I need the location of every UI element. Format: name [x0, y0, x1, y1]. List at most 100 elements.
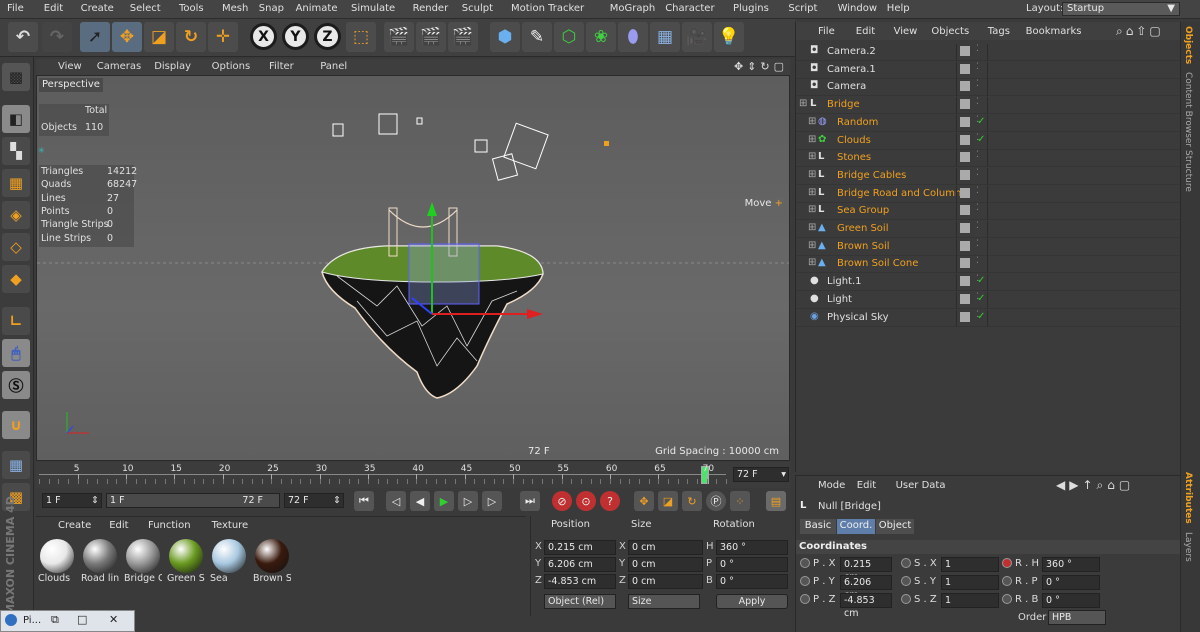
enabled-check-icon[interactable]: ✓: [977, 275, 985, 286]
animate-key-icon[interactable]: [1002, 576, 1012, 586]
menu-tools[interactable]: Tools: [179, 3, 204, 14]
attr-tab-object[interactable]: Object: [876, 519, 914, 534]
add-light-button[interactable]: 💡: [714, 22, 744, 52]
add-subdivision-button[interactable]: ⬡: [554, 22, 584, 52]
scale-key-toggle[interactable]: ◪: [658, 491, 678, 511]
add-array-button[interactable]: ❀: [586, 22, 616, 52]
expand-toggle-icon[interactable]: ⊞: [808, 222, 816, 233]
viewport-nav-icons[interactable]: ✥⇕↻▢: [734, 60, 788, 73]
visibility-dots-icon[interactable]: ⁚: [976, 62, 979, 72]
rotation-key-toggle[interactable]: ↻: [682, 491, 702, 511]
animate-key-icon[interactable]: [901, 558, 911, 568]
expand-toggle-icon[interactable]: ⊞: [799, 98, 807, 109]
material-swatch[interactable]: Brown S: [253, 539, 291, 589]
enabled-check-icon[interactable]: ✓: [977, 311, 985, 322]
attr-menu-user-data[interactable]: User Data: [896, 480, 946, 491]
menu-character[interactable]: Character: [665, 3, 714, 14]
animate-key-icon[interactable]: [800, 594, 810, 604]
attr-nav-icons[interactable]: ◀▶↑⌕⌂▢: [1056, 478, 1134, 493]
viewport-menu-cameras[interactable]: Cameras: [97, 61, 141, 72]
attr-field[interactable]: -4.853 cm: [840, 593, 892, 619]
enable-axis-button[interactable]: ∟: [2, 307, 30, 335]
coordinate-system-button[interactable]: ⬚: [346, 22, 376, 52]
visibility-dots-icon[interactable]: ⁚: [976, 186, 979, 196]
object-name[interactable]: Light.1: [827, 276, 862, 287]
apply-button[interactable]: Apply: [716, 594, 788, 609]
size-field[interactable]: 0 cm: [628, 540, 703, 555]
object-name[interactable]: Camera: [827, 81, 866, 92]
autokey-button[interactable]: ⊙: [576, 491, 596, 511]
object-name[interactable]: Bridge: [827, 99, 860, 110]
parameter-key-toggle[interactable]: Ⓟ: [706, 491, 726, 511]
object-menu-edit[interactable]: Edit: [856, 26, 875, 37]
timeline-ruler[interactable]: 72 F ▾ 5 10 15 20 25 30 35 40 45 50 55 60 65 70: [36, 462, 790, 488]
attr-field[interactable]: 0 °: [1042, 593, 1100, 608]
keyframe-selection-button[interactable]: ?: [600, 491, 620, 511]
expand-toggle-icon[interactable]: ⊞: [808, 204, 816, 215]
attr-field[interactable]: 1: [941, 575, 999, 590]
object-name[interactable]: Camera.1: [827, 64, 876, 75]
visibility-toggles[interactable]: ⁚: [956, 185, 988, 203]
enabled-check-icon[interactable]: ✓: [977, 293, 985, 304]
object-name[interactable]: Camera.2: [827, 46, 876, 57]
render-picture-viewer-button[interactable]: 🎬: [416, 22, 446, 52]
recent-tool-button[interactable]: ✛: [208, 22, 238, 52]
order-select[interactable]: HPB: [1048, 610, 1106, 625]
redo-button[interactable]: ↷: [42, 22, 72, 52]
menu-file[interactable]: File: [7, 3, 24, 14]
menu-create[interactable]: Create: [81, 3, 114, 14]
render-view-button[interactable]: 🎬: [384, 22, 414, 52]
animate-key-icon[interactable]: [1002, 594, 1012, 604]
layer-swatch-icon[interactable]: [960, 99, 970, 110]
go-to-start-button[interactable]: ⏮: [354, 491, 374, 511]
snap-toggle-button[interactable]: Ⓢ: [2, 371, 30, 399]
material-menu-create[interactable]: Create: [58, 520, 91, 531]
object-name[interactable]: Random: [837, 117, 878, 128]
side-tab-structure[interactable]: Structure: [1183, 150, 1193, 192]
animate-key-icon[interactable]: [1002, 558, 1012, 568]
menu-sculpt[interactable]: Sculpt: [462, 3, 493, 14]
visibility-dots-icon[interactable]: ⁚: [976, 168, 979, 178]
object-row[interactable]: ⊞ ✿ Clouds ⁚ ✓: [796, 132, 1181, 150]
texture-mode-button[interactable]: ▚: [2, 137, 30, 165]
attr-field[interactable]: 1: [941, 593, 999, 608]
layout-select[interactable]: Startup ▼: [1062, 2, 1180, 16]
rotation-field[interactable]: 360 °: [716, 540, 788, 555]
make-editable-button[interactable]: ▩: [2, 63, 30, 91]
maximize-icon[interactable]: □: [77, 613, 87, 626]
object-name[interactable]: Light: [827, 294, 852, 305]
menu-render[interactable]: Render: [413, 3, 449, 14]
menu-edit[interactable]: Edit: [44, 3, 63, 14]
visibility-dots-icon[interactable]: ⁚: [976, 256, 979, 266]
current-frame-field[interactable]: 72 F ▾: [733, 467, 789, 482]
object-row[interactable]: ⊞ ▲ Brown Soil ⁚: [796, 238, 1181, 256]
layer-swatch-icon[interactable]: [960, 169, 970, 180]
material-menu-texture[interactable]: Texture: [212, 520, 249, 531]
enabled-check-icon[interactable]: ✓: [977, 134, 985, 145]
object-row[interactable]: ⊞ ◍ Random ⁚ ✓: [796, 114, 1181, 132]
visibility-toggles[interactable]: ⁚: [956, 167, 988, 185]
z-axis-lock-button[interactable]: Z: [314, 23, 341, 50]
object-name[interactable]: Physical Sky: [827, 312, 889, 323]
side-tab-content-browser[interactable]: Content Browser: [1183, 72, 1193, 147]
coordinate-mode-select[interactable]: Object (Rel): [544, 594, 616, 609]
move-tool-button[interactable]: ✥: [112, 22, 142, 52]
visibility-dots-icon[interactable]: ⁚: [976, 44, 979, 54]
layer-swatch-icon[interactable]: [960, 205, 970, 216]
attr-field[interactable]: 6.206 cm: [840, 575, 892, 601]
layer-swatch-icon[interactable]: [960, 276, 970, 287]
viewport-perspective[interactable]: Perspective Total Objects 110 Triangles 1…: [36, 75, 790, 461]
material-swatch[interactable]: Sea: [210, 539, 248, 589]
render-settings-button[interactable]: 🎬: [448, 22, 478, 52]
object-name[interactable]: Stones: [837, 152, 871, 163]
attr-menu-edit[interactable]: Edit: [857, 480, 876, 491]
object-name[interactable]: Sea Group: [837, 205, 889, 216]
enabled-check-icon[interactable]: ✓: [977, 116, 985, 127]
attr-tab-coord[interactable]: Coord.: [837, 519, 875, 534]
undo-button[interactable]: ↶: [8, 22, 38, 52]
scale-tool-button[interactable]: ◪: [144, 22, 174, 52]
object-row[interactable]: ⊞ L Bridge Cables ⁚: [796, 167, 1181, 185]
close-icon[interactable]: ✕: [109, 613, 118, 626]
visibility-toggles[interactable]: ⁚: [956, 256, 988, 274]
attr-menu-mode[interactable]: Mode: [818, 480, 845, 491]
